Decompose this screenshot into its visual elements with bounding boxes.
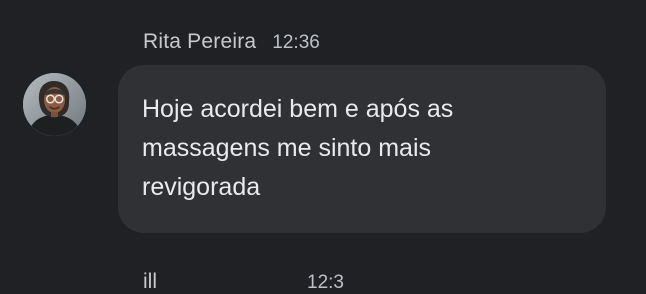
message-text: Hoje acordei bem e após as massagens me … — [142, 95, 454, 201]
message-timestamp: 12:36 — [272, 32, 320, 53]
next-message-timestamp: 12:3 — [307, 272, 344, 293]
next-sender-name: ill — [143, 270, 157, 293]
profile-photo-icon — [23, 73, 86, 136]
next-message-header: ill 12:3 — [143, 270, 344, 294]
message-header: Rita Pereira 12:36 — [143, 30, 320, 54]
sender-name: Rita Pereira — [143, 30, 257, 53]
message-bubble[interactable]: Hoje acordei bem e após as massagens me … — [118, 65, 606, 233]
chat-message: Rita Pereira 12:36 Hoje acordei bem e ap… — [0, 0, 646, 284]
avatar[interactable] — [23, 73, 86, 136]
